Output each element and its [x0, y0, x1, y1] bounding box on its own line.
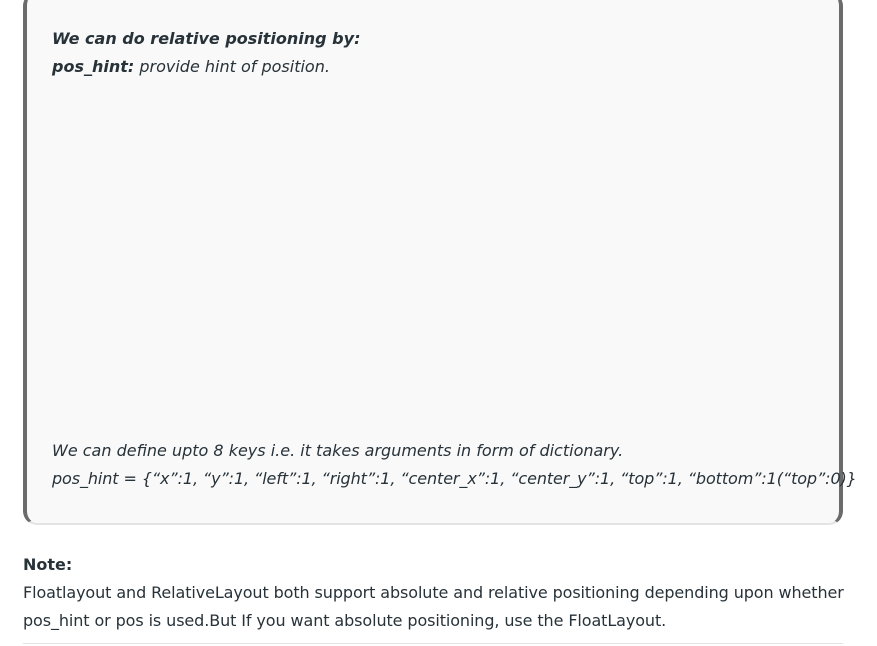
note-body: Floatlayout and RelativeLayout both supp… — [23, 583, 844, 630]
pos-hint-description: provide hint of position. — [134, 57, 330, 76]
article-page: We can do relative positioning by: pos_h… — [0, 0, 877, 646]
pos-hint-line: pos_hint: provide hint of position. — [52, 53, 330, 81]
note-heading: Note: — [23, 555, 73, 574]
section-divider — [23, 643, 843, 644]
pos-hint-label: pos_hint: — [52, 57, 135, 76]
define-keys-text: We can define upto 8 keys i.e. it takes … — [52, 441, 624, 460]
pos-hint-example: pos_hint = {“x”:1, “y”:1, “left”:1, “rig… — [52, 469, 857, 488]
quote-heading: We can do relative positioning by: — [52, 29, 361, 48]
